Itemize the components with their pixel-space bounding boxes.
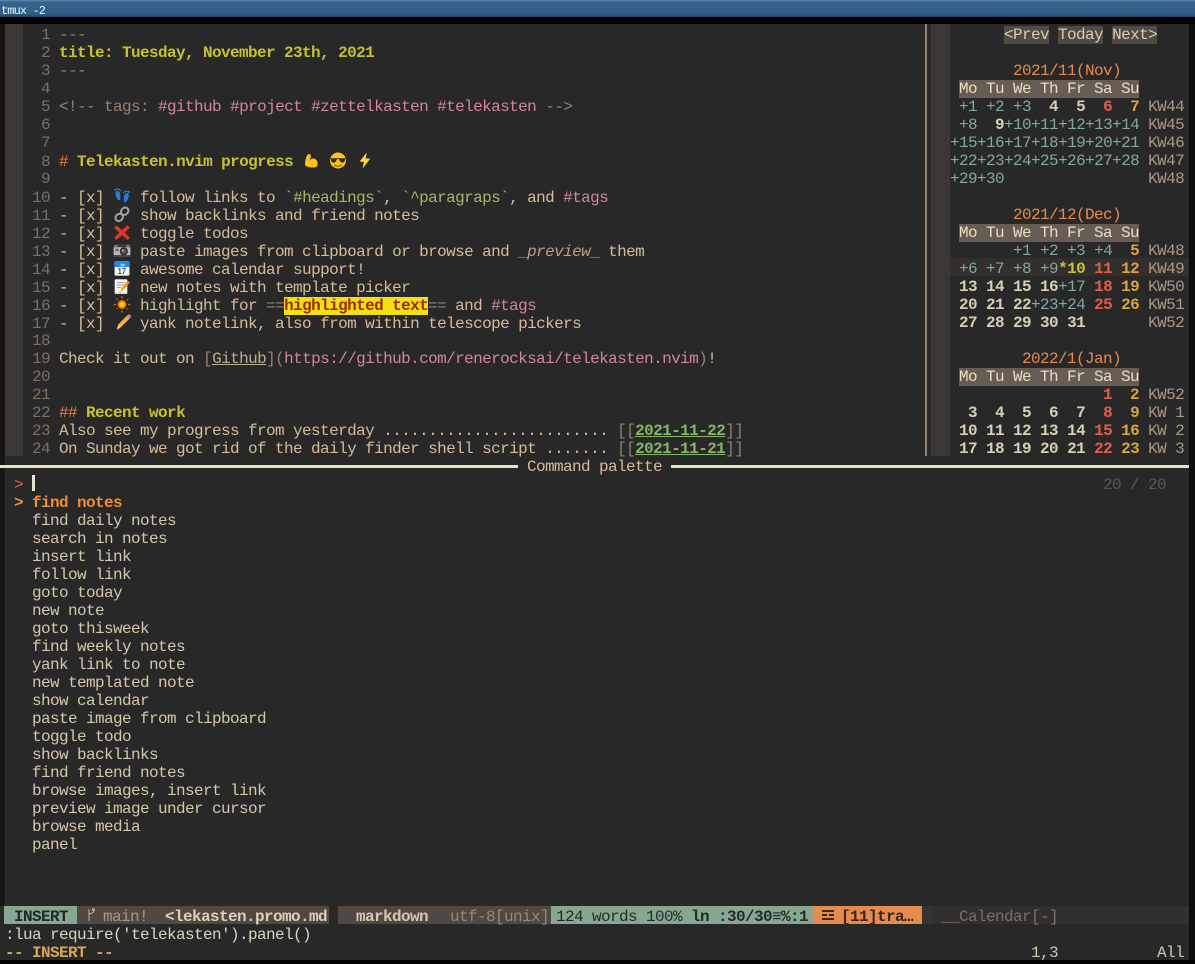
svg-text:17: 17 [117,267,126,276]
